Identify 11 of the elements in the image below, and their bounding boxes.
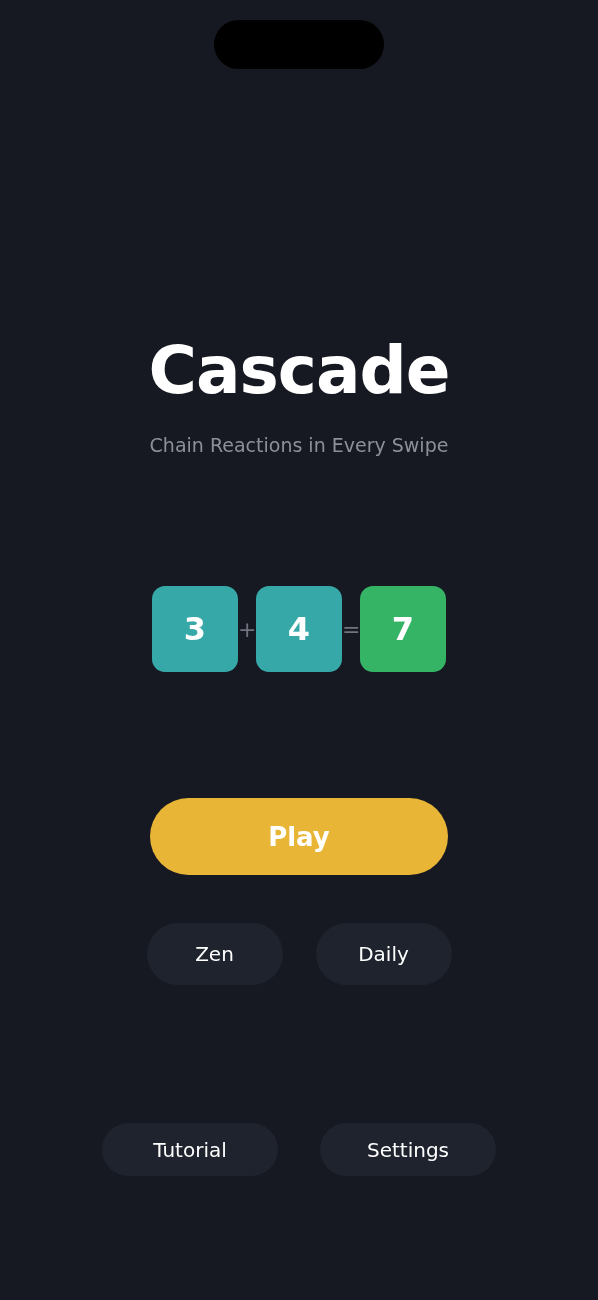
tagline: Chain Reactions in Every Swipe <box>149 433 449 457</box>
operator-sign: + <box>238 616 256 642</box>
menu-button[interactable]: Settings <box>320 1123 496 1176</box>
mode-button[interactable]: Zen <box>146 923 283 985</box>
number-tile: 4 <box>256 586 342 672</box>
number-tile: 7 <box>360 586 446 672</box>
app-title: Cascade <box>148 331 450 411</box>
mode-button[interactable]: Daily <box>315 923 452 985</box>
operator-sign: = <box>342 616 360 642</box>
number-tile: 3 <box>152 586 238 672</box>
menu-button[interactable]: Tutorial <box>102 1123 278 1176</box>
